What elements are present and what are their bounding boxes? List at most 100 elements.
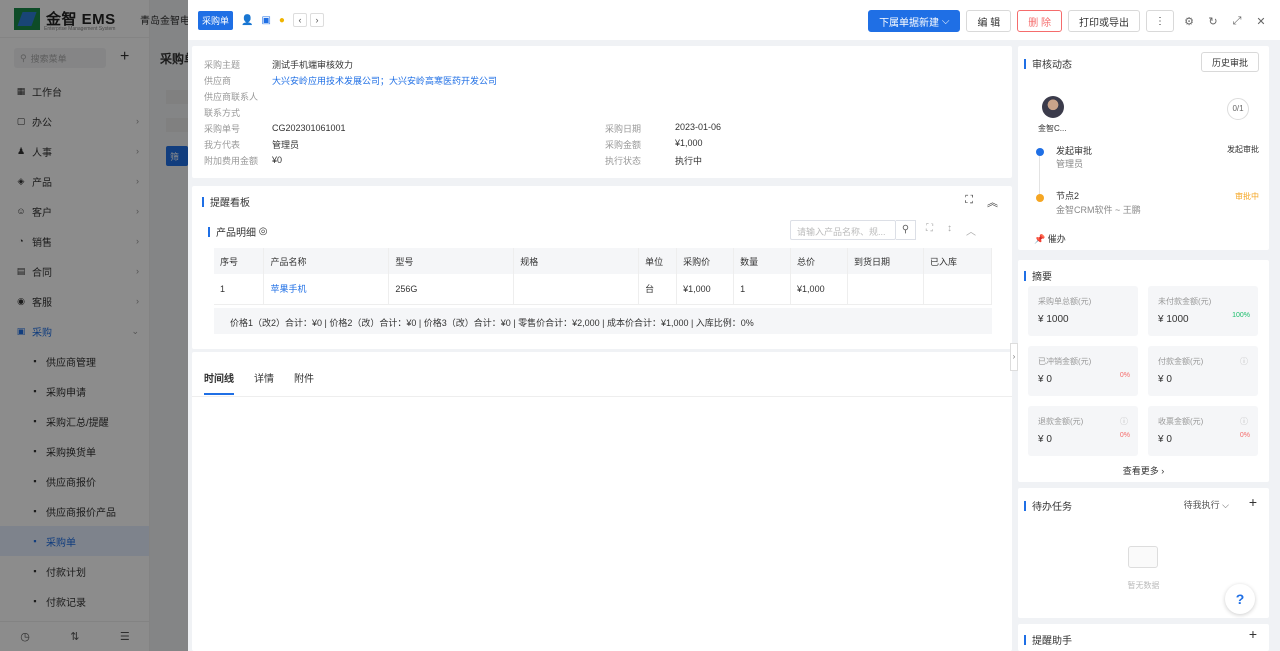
collapse-up-icon[interactable]: ︽ — [987, 194, 998, 210]
info-row-contact-way: 联系方式 — [204, 107, 241, 118]
kpi-value: ¥ 0 — [1158, 374, 1172, 385]
kpi-value: ¥ 0 — [1038, 434, 1052, 445]
table-header-row: 序号 产品名称 型号 规格 单位 采购价 数量 总价 到货日期 已入库 — [214, 248, 993, 274]
coin-icon[interactable]: ● — [279, 15, 285, 26]
detail-tabs-card: 时间线 详情 附件 — [192, 352, 1012, 651]
row-height-icon[interactable]: ↕ — [947, 223, 952, 238]
tab-details[interactable]: 详情 — [254, 370, 274, 395]
eye-icon[interactable]: ◎ — [259, 226, 268, 237]
table-cell: ¥1,000 — [790, 274, 849, 305]
tasks-title: 待办任务 — [1024, 498, 1072, 513]
helper-title: 提醒助手 — [1024, 632, 1072, 647]
print-export-button[interactable]: 打印或导出 — [1068, 10, 1140, 32]
see-more-link[interactable]: 查看更多 › — [1018, 464, 1269, 477]
column-header[interactable]: 已入库 — [923, 248, 993, 274]
edit-button[interactable]: 编 辑 — [966, 10, 1012, 32]
info-row-contact: 供应商联系人 — [204, 91, 259, 102]
add-reminder-icon[interactable]: + — [1249, 626, 1257, 642]
kpi-label: 付款金额(元) — [1158, 357, 1204, 366]
column-header[interactable]: 型号 — [388, 248, 515, 274]
pin-icon: 📌 — [1034, 234, 1046, 244]
info-row-supplier: 供应商 大兴安岭应用技术发展公司；大兴安岭高寒医药开发公司 — [204, 74, 498, 87]
toolbar-actions: 下属单据新建 ⌵ 编 辑 删 除 打印或导出 ⋮ ⚙ ↻ ⤢ ✕ — [868, 10, 1270, 32]
column-header[interactable]: 采购价 — [676, 248, 735, 274]
product-table: 序号 产品名称 型号 规格 单位 采购价 数量 总价 到货日期 已入库 1 苹果手机 256G 台 ¥1,… — [214, 248, 993, 305]
kpi-tile: 收票金额(元) ¥ 0 0% ⓘ — [1148, 406, 1258, 456]
table-cell — [513, 274, 640, 305]
column-header[interactable]: 产品名称 — [263, 248, 390, 274]
kpi-label: 已冲销金额(元) — [1038, 357, 1092, 366]
info-icon[interactable]: ⓘ — [1240, 356, 1248, 367]
history-approval-button[interactable]: 历史审批 — [1200, 52, 1259, 72]
step2-status: 审批中 — [1235, 192, 1259, 201]
table-row[interactable]: 1 苹果手机 256G 台 ¥1,000 1 ¥1,000 — [214, 274, 993, 305]
drawer-toolbar: 采购单 👤 ▣ ● ‹ › 下属单据新建 ⌵ 编 辑 删 除 打印或导出 ⋮ ⚙… — [188, 0, 1280, 40]
prev-record-icon[interactable]: ‹ — [292, 13, 307, 27]
column-header[interactable]: 到货日期 — [847, 248, 924, 274]
column-header[interactable]: 总价 — [790, 248, 849, 274]
settings-icon[interactable]: ⚙ — [1180, 15, 1198, 28]
gift-icon[interactable]: ▣ — [261, 15, 270, 26]
info-icon[interactable]: ⓘ — [1240, 416, 1248, 427]
divider — [192, 396, 1012, 397]
column-header[interactable]: 序号 — [214, 248, 265, 274]
info-icon[interactable]: ⓘ — [1120, 416, 1128, 427]
help-icon[interactable]: ? — [1225, 584, 1255, 614]
kpi-tile: 采购单总额(元) ¥ 1000 — [1028, 286, 1138, 336]
supplier-link[interactable]: 大兴安岭应用技术发展公司；大兴安岭高寒医药开发公司 — [272, 74, 497, 87]
refresh-icon[interactable]: ↻ — [1204, 15, 1222, 28]
chevron-down-icon: ⌵ — [941, 15, 950, 27]
product-summary-bar: 价格1（改2）合计：¥0 | 价格2（改）合计：¥0 | 价格3（改）合计：¥0… — [214, 308, 992, 334]
fullscreen-icon[interactable]: ⤢ — [1228, 15, 1246, 28]
basic-info-card: 采购主题 测试手机端审核效力 供应商 大兴安岭应用技术发展公司；大兴安岭高寒医药开发… — [192, 46, 1012, 178]
product-search-input[interactable]: 请输入产品名称、规... — [790, 220, 896, 240]
delete-button[interactable]: 删 除 — [1017, 10, 1062, 32]
expand-icon[interactable]: ⛶ — [965, 194, 973, 210]
fullscreen-table-icon[interactable]: ⛶ — [926, 223, 933, 238]
step-done-icon — [1036, 148, 1044, 156]
task-filter-select[interactable]: 待我执行 ⌵ — [1184, 498, 1229, 511]
column-header[interactable]: 数量 — [733, 248, 792, 274]
step2-sub: 金智CRM软件 ~ 王鹏 — [1056, 205, 1141, 215]
tab-attachments[interactable]: 附件 — [294, 370, 314, 395]
reminder-board-card: 提醒看板 ⛶ ︽ 产品明细 ◎ 请输入产品名称、规... ⚲ ⛶ ↕ ︿ 序号产… — [192, 186, 1012, 349]
panel-collapse-handle[interactable]: › — [1010, 343, 1018, 371]
step1-sub: 管理员 — [1056, 159, 1084, 169]
kpi-percent: 0% — [1119, 372, 1130, 379]
main-content: 采购主题 测试手机端审核效力 供应商 大兴安岭应用技术发展公司；大兴安岭高寒医药开发… — [192, 46, 1012, 651]
close-icon[interactable]: ✕ — [1252, 15, 1270, 28]
more-button[interactable]: ⋮ — [1146, 10, 1174, 32]
table-cell: 台 — [638, 274, 678, 305]
add-task-icon[interactable]: + — [1249, 494, 1257, 510]
kpi-value: ¥ 0 — [1158, 434, 1172, 445]
table-cell — [923, 274, 993, 305]
step-pending-icon — [1036, 194, 1044, 202]
kpi-label: 未付款金额(元) — [1158, 297, 1212, 306]
search-icon[interactable]: ⚲ — [896, 220, 916, 240]
approval-counter: 0/1 — [1227, 98, 1249, 120]
new-sub-document-button[interactable]: 下属单据新建 ⌵ — [868, 10, 961, 32]
kpi-value: ¥ 1000 — [1158, 314, 1189, 325]
step1-title: 发起审批 — [1056, 146, 1093, 156]
avatar-name: 金智C... — [1038, 124, 1067, 133]
detail-tabs: 时间线 详情 附件 — [204, 370, 314, 395]
kpi-label: 采购单总额(元) — [1038, 297, 1092, 306]
urge-button[interactable]: 📌 催办 — [1034, 232, 1066, 245]
tab-timeline[interactable]: 时间线 — [204, 370, 234, 395]
product-detail-title: 产品明细 ◎ — [208, 224, 268, 239]
product-name-link[interactable]: 苹果手机 — [263, 274, 390, 305]
kpi-percent: 100% — [1232, 312, 1250, 319]
kpi-tile: 已冲销金额(元) ¥ 0 0% — [1028, 346, 1138, 396]
summary-title: 摘要 — [1024, 268, 1052, 283]
purchase-order-drawer: 采购单 👤 ▣ ● ‹ › 下属单据新建 ⌵ 编 辑 删 除 打印或导出 ⋮ ⚙… — [188, 0, 1280, 651]
chevron-up-icon[interactable]: ︿ — [966, 223, 976, 238]
user-icon[interactable]: 👤 — [241, 15, 253, 26]
kpi-value: ¥ 0 — [1038, 374, 1052, 385]
info-row-extra-fee: 附加费用金额 ¥0 执行状态 执行中 — [204, 155, 703, 166]
column-header[interactable]: 单位 — [638, 248, 678, 274]
table-controls: ⛶ ↕ ︿ — [926, 223, 976, 238]
column-header[interactable]: 规格 — [513, 248, 640, 274]
table-cell — [847, 274, 924, 305]
next-record-icon[interactable]: › — [309, 13, 324, 27]
kpi-tile: 未付款金额(元) ¥ 1000 100% — [1148, 286, 1258, 336]
